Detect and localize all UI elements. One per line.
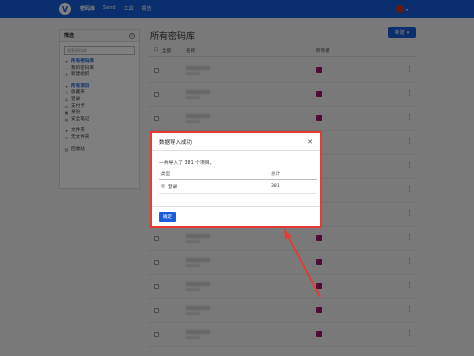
annotation-arrow-icon: [284, 229, 321, 298]
